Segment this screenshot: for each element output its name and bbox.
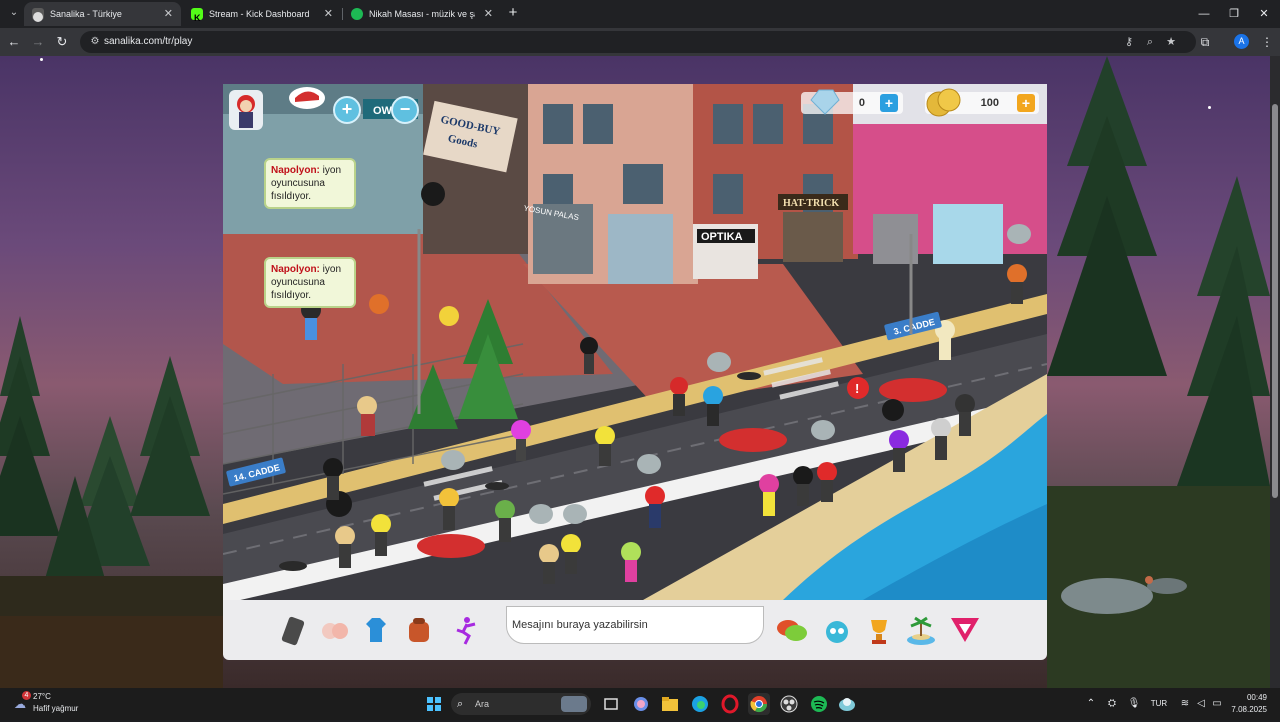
scrollbar-thumb[interactable] xyxy=(1272,104,1278,498)
notification-badge: 4 xyxy=(22,691,31,700)
sanalika-app-icon[interactable] xyxy=(836,693,858,715)
copilot-icon[interactable] xyxy=(630,693,652,715)
input-language[interactable]: TUR xyxy=(1146,695,1172,713)
island-icon[interactable] xyxy=(905,614,937,646)
taskbar-search[interactable]: ⌕ Ara xyxy=(451,693,591,715)
svg-text:OPTIKA: OPTIKA xyxy=(701,231,743,243)
close-icon[interactable]: ✕ xyxy=(484,2,493,26)
chat-nick: Napolyon: xyxy=(271,165,320,176)
volume-icon[interactable]: ◁ xyxy=(1194,695,1208,713)
chevron-up-icon[interactable]: ⌃ xyxy=(1084,695,1098,713)
zoom-in-button[interactable]: + xyxy=(333,96,361,124)
back-button[interactable]: ← xyxy=(5,33,23,51)
wifi-icon[interactable]: ≋ xyxy=(1178,695,1192,713)
emote-icon[interactable] xyxy=(319,614,351,646)
wardrobe-icon[interactable] xyxy=(360,614,392,646)
battery-icon[interactable]: ▭ xyxy=(1210,695,1224,713)
search-icon: ⌕ xyxy=(457,698,464,710)
chrome-icon[interactable] xyxy=(748,693,770,715)
dance-icon[interactable] xyxy=(449,614,481,646)
chat-nick: Napolyon: xyxy=(271,264,320,275)
chat-bubble: Napolyon: iyon oyuncusuna fısıldıyor. xyxy=(264,158,356,209)
extensions-icon[interactable]: ⧉ xyxy=(1196,33,1214,51)
weather-description: Hafif yağmur xyxy=(33,704,79,713)
spotify-icon xyxy=(351,8,363,20)
windows-taskbar: ☁ 4 27°C Hafif yağmur ⌕ Ara ⌃ ⛭ 🎙 TUR ≋ … xyxy=(0,688,1280,720)
tab-title: Sanalika - Türkiye xyxy=(50,9,122,19)
search-label: Ara xyxy=(475,699,490,709)
coin-count: 100 xyxy=(980,97,999,109)
tab-kick-dashboard[interactable]: K Stream - Kick Dashboard ✕ xyxy=(183,2,341,26)
page-scrollbar[interactable] xyxy=(1270,56,1280,688)
bookmark-star-icon[interactable]: ★ xyxy=(1164,35,1178,49)
address-bar-url[interactable]: sanalika.com/tr/play xyxy=(104,31,192,53)
search-highlight-icon xyxy=(561,696,587,712)
svg-text:HAT-TRICK: HAT-TRICK xyxy=(783,198,839,209)
weather-temperature: 27°C xyxy=(33,692,51,701)
microphone-icon[interactable]: 🎙 xyxy=(1126,695,1142,713)
svg-text:!: ! xyxy=(855,381,859,396)
game-toolbar xyxy=(223,600,1047,660)
zoom-out-button[interactable]: − xyxy=(391,96,419,124)
zoom-icon[interactable]: ⌕ xyxy=(1143,35,1157,49)
address-bar[interactable]: ⚙ sanalika.com/tr/play ⚷ ⌕ ★ xyxy=(80,31,1196,53)
tab-spotify[interactable]: Nikah Masası - müzik ve şarkı s ✕ xyxy=(343,2,501,26)
site-info-icon[interactable]: ⚙ xyxy=(88,35,102,49)
player-avatar[interactable] xyxy=(229,90,263,130)
edge-icon[interactable] xyxy=(689,693,711,715)
minimize-button[interactable]: — xyxy=(1187,0,1221,28)
left-forest-scenery xyxy=(0,316,223,688)
password-key-icon[interactable]: ⚷ xyxy=(1122,35,1136,49)
browser-toolbar: ← → ↻ ⚙ sanalika.com/tr/play ⚷ ⌕ ★ ⧉ A ⋮ xyxy=(0,28,1280,56)
backpack-icon[interactable] xyxy=(403,614,435,646)
diamond-icon xyxy=(807,88,841,121)
system-clock[interactable]: 00:49 7.08.2025 xyxy=(1231,692,1267,716)
file-explorer-icon[interactable] xyxy=(659,693,681,715)
shoe-shop-icon[interactable] xyxy=(287,84,327,110)
clock-date: 7.08.2025 xyxy=(1231,705,1267,714)
chat-message-input[interactable] xyxy=(506,606,764,644)
forward-button[interactable]: → xyxy=(29,33,47,51)
obs-icon[interactable] xyxy=(778,693,800,715)
phone-icon[interactable] xyxy=(277,614,309,646)
spotify-icon[interactable] xyxy=(808,693,830,715)
coin-stack-icon xyxy=(925,86,963,123)
svg-text:K: K xyxy=(194,13,201,23)
diamond-balance: 0 + xyxy=(801,89,903,115)
alien-icon[interactable] xyxy=(821,614,853,646)
close-window-button[interactable]: ✕ xyxy=(1247,0,1280,28)
close-icon[interactable]: ✕ xyxy=(164,2,173,26)
trophy-icon[interactable] xyxy=(863,614,895,646)
tab-sanalika[interactable]: Sanalika - Türkiye ✕ xyxy=(24,2,181,26)
chat-icon[interactable] xyxy=(775,614,807,646)
right-forest-scenery xyxy=(1047,56,1270,688)
tab-strip: ⌄ Sanalika - Türkiye ✕ K Stream - Kick D… xyxy=(0,0,1280,28)
tab-title: Nikah Masası - müzik ve şarkı s xyxy=(369,9,475,19)
coin-balance: 100 + xyxy=(925,88,1039,117)
chat-bubble: Napolyon: iyon oyuncusuna fısıldıyor. xyxy=(264,257,356,308)
sanalika-icon xyxy=(32,8,44,22)
buy-coins-button[interactable]: + xyxy=(1017,94,1035,112)
clock-time: 00:49 xyxy=(1246,693,1267,702)
diamond-count: 0 xyxy=(858,97,865,109)
dropdown-triangle-icon[interactable] xyxy=(949,614,981,646)
reload-button[interactable]: ↻ xyxy=(53,33,71,51)
new-tab-button[interactable]: + xyxy=(505,4,521,22)
kick-icon: K xyxy=(191,8,203,23)
buy-diamonds-button[interactable]: + xyxy=(880,94,898,112)
opera-icon[interactable] xyxy=(719,693,741,715)
page-background: GOOD-BUY Goods YOSUN PALAS OPTIKA HAT-TR… xyxy=(0,56,1270,688)
profile-avatar[interactable]: A xyxy=(1234,34,1249,49)
windows-start-icon[interactable] xyxy=(423,693,445,715)
game-canvas[interactable]: GOOD-BUY Goods YOSUN PALAS OPTIKA HAT-TR… xyxy=(223,84,1047,600)
task-view-icon[interactable] xyxy=(600,693,622,715)
tab-search-button[interactable]: ⌄ xyxy=(6,5,22,21)
tab-title: Stream - Kick Dashboard xyxy=(209,9,310,19)
restore-button[interactable]: ❐ xyxy=(1217,0,1251,28)
network-activity-icon[interactable]: ⛭ xyxy=(1104,695,1120,713)
close-icon[interactable]: ✕ xyxy=(324,2,333,26)
more-menu-icon[interactable]: ⋮ xyxy=(1258,33,1276,51)
